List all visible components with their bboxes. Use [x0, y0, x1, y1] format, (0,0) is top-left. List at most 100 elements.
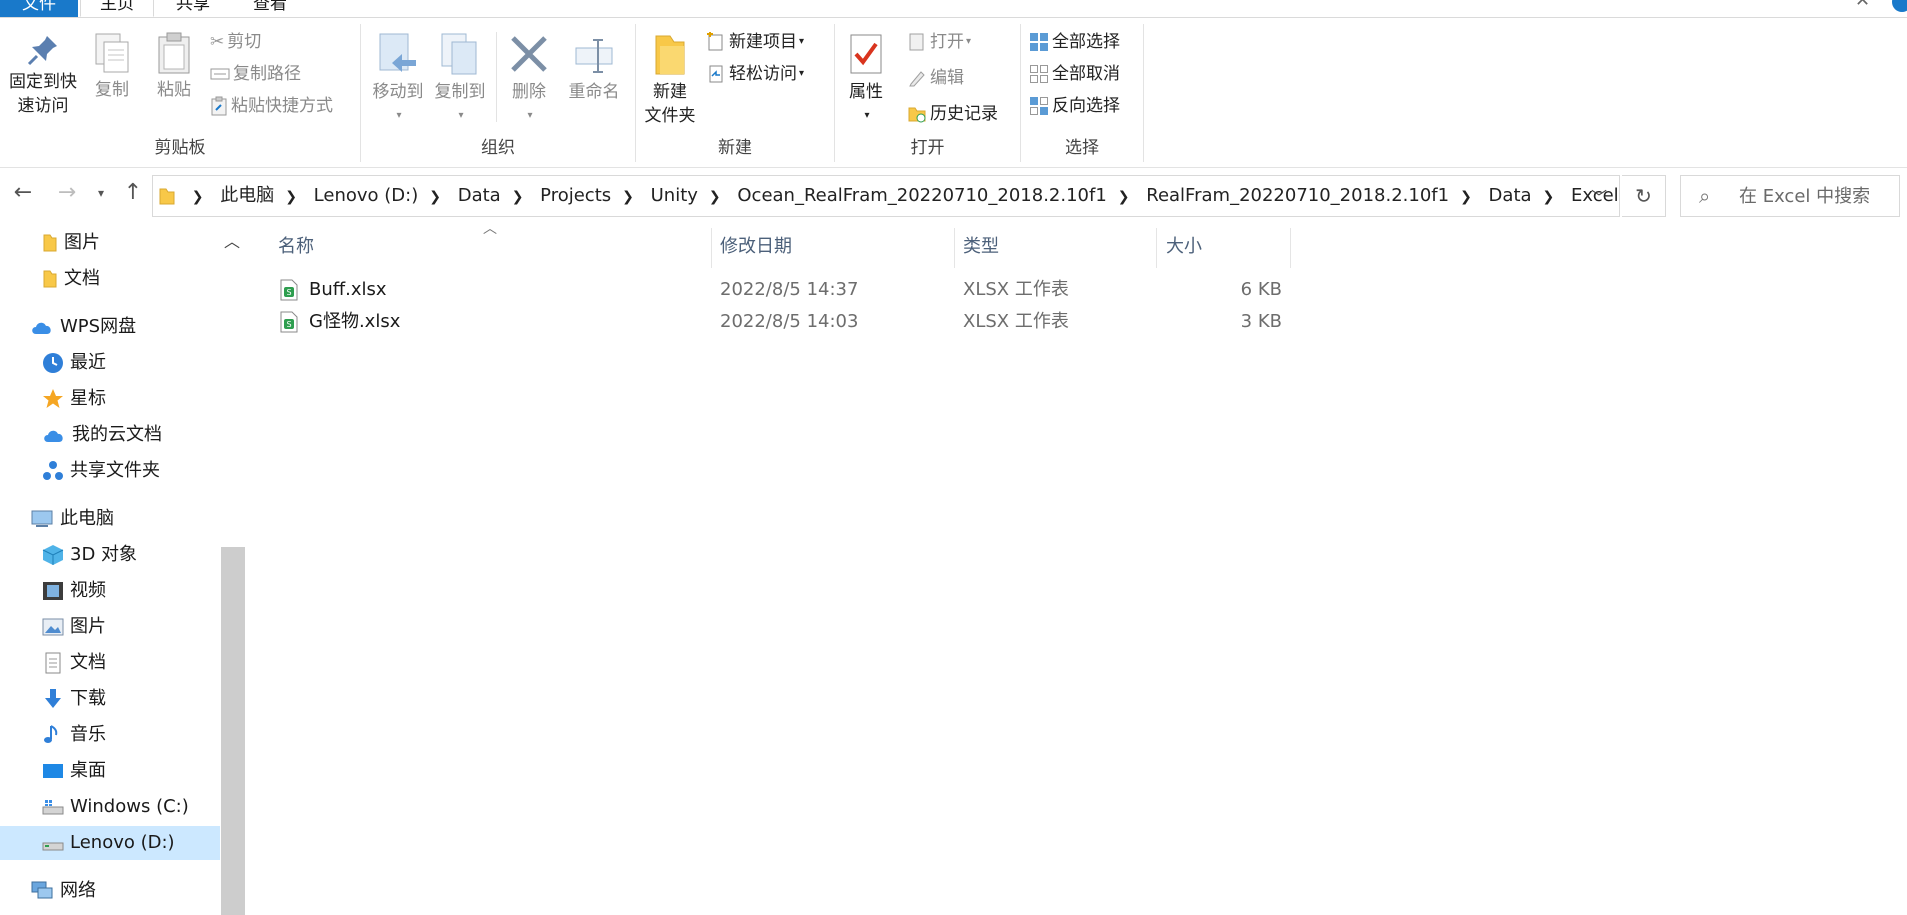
table-row[interactable]: S Buff.xlsx 2022/8/5 14:37 XLSX 工作表 6 KB	[270, 274, 1290, 306]
rename-button[interactable]: 重命名	[561, 32, 627, 104]
sidebar-item-documents-quick[interactable]: 文档	[42, 262, 100, 296]
breadcrumb-separator-icon[interactable]: ❯	[1118, 189, 1130, 205]
column-divider[interactable]	[1290, 228, 1291, 268]
sidebar-item-pictures-quick[interactable]: 图片	[42, 226, 100, 260]
table-row[interactable]: S G怪物.xlsx 2022/8/5 14:03 XLSX 工作表 3 KB	[270, 306, 1290, 338]
sidebar-item-recent[interactable]: 最近	[42, 346, 106, 380]
sidebar-item-my-cloud-docs[interactable]: 我的云文档	[42, 418, 162, 452]
sidebar-item-3d-objects[interactable]: 3D 对象	[42, 538, 137, 572]
open-label: 打开	[930, 32, 964, 52]
help-icon[interactable]	[1892, 0, 1907, 12]
breadcrumb-separator-icon[interactable]: ❯	[285, 189, 297, 205]
tab-share[interactable]: 共享	[166, 0, 220, 17]
search-box[interactable]: ⌕	[1680, 175, 1900, 217]
breadcrumb-separator-icon[interactable]: ❯	[1460, 189, 1472, 205]
address-bar[interactable]: ❯ 此电脑 ❯ Lenovo (D:) ❯ Data ❯ Projects ❯ Unit…	[152, 175, 1620, 217]
move-to-button[interactable]: 移动到 ▾	[367, 32, 429, 128]
column-divider[interactable]	[1156, 228, 1157, 268]
breadcrumb-separator-icon[interactable]: ❯	[1543, 189, 1555, 205]
rename-label: 重命名	[568, 82, 620, 102]
select-none-button[interactable]: 全部取消	[1029, 62, 1120, 86]
sidebar-item-lenovo-d[interactable]: Lenovo (D:)	[0, 826, 220, 860]
pin-label-1: 固定到快	[9, 72, 77, 92]
scroll-up-chevron-icon[interactable]: ︿	[224, 228, 240, 252]
address-history-chevron-icon[interactable]: ﹀	[1591, 184, 1607, 208]
sidebar-item-network[interactable]: 网络	[30, 874, 96, 908]
folder-icon	[159, 188, 175, 205]
forward-arrow-icon[interactable]: →	[52, 180, 82, 205]
column-divider[interactable]	[711, 228, 712, 268]
sidebar-item-windows-c[interactable]: Windows (C:)	[42, 790, 189, 824]
select-all-button[interactable]: 全部选择	[1029, 30, 1120, 54]
breadcrumb-data[interactable]: Data	[458, 185, 501, 206]
breadcrumb-separator-icon[interactable]: ❯	[429, 189, 441, 205]
copy-path-label: 复制路径	[233, 64, 301, 84]
sidebar-item-wps-drive[interactable]: WPS网盘	[30, 310, 136, 344]
invert-selection-button[interactable]: 反向选择	[1029, 94, 1120, 118]
easy-access-button[interactable]: 轻松访问 ▾	[706, 62, 804, 86]
copy-button[interactable]: 复制	[88, 32, 136, 102]
sidebar-item-desktop[interactable]: 桌面	[42, 754, 106, 788]
copy-path-button[interactable]: 复制路径	[210, 62, 301, 86]
copy-path-icon	[210, 68, 230, 80]
breadcrumb-separator-icon[interactable]: ❯	[512, 189, 524, 205]
delete-button[interactable]: 删除 ▾	[505, 32, 553, 128]
history-button[interactable]: 历史记录	[907, 102, 998, 126]
back-arrow-icon[interactable]: ←	[8, 180, 38, 205]
paste-button[interactable]: 粘贴	[150, 32, 198, 102]
breadcrumb-data-2[interactable]: Data	[1489, 185, 1532, 206]
organize-group: 移动到 ▾ 复制到 ▾ 删除 ▾ 重命名 组织	[361, 22, 635, 164]
sidebar-item-shared-folders[interactable]: 共享文件夹	[42, 454, 160, 488]
refresh-icon[interactable]: ↻	[1622, 175, 1666, 217]
breadcrumb-separator-icon[interactable]: ❯	[709, 189, 721, 205]
search-input[interactable]	[1739, 176, 1894, 216]
tab-home[interactable]: 主页	[80, 0, 154, 17]
navigation-scrollbar[interactable]	[221, 547, 245, 915]
breadcrumb-this-pc[interactable]: 此电脑	[220, 185, 274, 206]
up-arrow-icon[interactable]: ↑	[118, 180, 148, 205]
breadcrumb-separator-icon[interactable]: ❯	[192, 189, 204, 205]
xlsx-file-icon: S	[280, 279, 298, 301]
breadcrumb-ocean-realfram[interactable]: Ocean_RealFram_20220710_2018.2.10f1	[737, 185, 1106, 206]
tab-view[interactable]: 查看	[238, 0, 302, 17]
paste-shortcut-button[interactable]: 粘贴快捷方式	[210, 94, 333, 118]
open-button[interactable]: 打开 ▾	[907, 30, 971, 54]
breadcrumb-projects[interactable]: Projects	[540, 185, 611, 206]
folder-icon	[43, 234, 57, 252]
sidebar-item-this-pc[interactable]: 此电脑	[30, 502, 114, 536]
breadcrumb-lenovo-d[interactable]: Lenovo (D:)	[314, 185, 419, 206]
sidebar-item-label: 桌面	[70, 760, 106, 781]
breadcrumb-unity[interactable]: Unity	[651, 185, 698, 206]
sidebar-item-documents[interactable]: 文档	[42, 646, 106, 680]
dropdown-arrow-icon: ▾	[458, 110, 464, 121]
column-divider[interactable]	[954, 228, 955, 268]
window-close-icon[interactable]: ✕	[1855, 0, 1870, 11]
sidebar-item-starred[interactable]: 星标	[42, 382, 106, 416]
new-item-button[interactable]: 新建项目 ▾	[706, 30, 804, 54]
sidebar-item-pictures[interactable]: 图片	[42, 610, 106, 644]
picture-icon	[42, 618, 64, 636]
new-folder-button[interactable]: 新建 文件夹	[636, 32, 704, 128]
new-item-label: 新建项目	[729, 32, 797, 52]
sidebar-item-videos[interactable]: 视频	[42, 574, 106, 608]
tab-file[interactable]: 文件	[0, 0, 78, 17]
recent-locations-chevron-icon[interactable]: ▾	[86, 186, 116, 200]
breadcrumb-separator-icon[interactable]: ❯	[622, 189, 634, 205]
breadcrumb-realfram[interactable]: RealFram_20220710_2018.2.10f1	[1146, 185, 1449, 206]
properties-label: 属性	[849, 82, 883, 102]
pin-quick-access-button[interactable]: 固定到快 速访问	[4, 32, 82, 118]
edit-button[interactable]: 编辑	[907, 66, 964, 90]
sidebar-item-label: Windows (C:)	[70, 796, 189, 817]
properties-button[interactable]: 属性 ▾	[841, 32, 891, 128]
column-header-name[interactable]: 名称	[278, 232, 314, 262]
cut-button[interactable]: ✂ 剪切	[210, 30, 261, 54]
clipboard-group-label: 剪贴板	[154, 138, 206, 158]
file-modified: 2022/8/5 14:37	[720, 279, 859, 300]
column-header-size[interactable]: 大小	[1166, 232, 1202, 262]
delete-x-icon	[511, 36, 547, 72]
column-header-type[interactable]: 类型	[963, 232, 999, 262]
copy-to-button[interactable]: 复制到 ▾	[429, 32, 491, 128]
sidebar-item-music[interactable]: 音乐	[42, 718, 106, 752]
column-header-modified[interactable]: 修改日期	[720, 232, 792, 262]
sidebar-item-downloads[interactable]: 下载	[42, 682, 106, 716]
